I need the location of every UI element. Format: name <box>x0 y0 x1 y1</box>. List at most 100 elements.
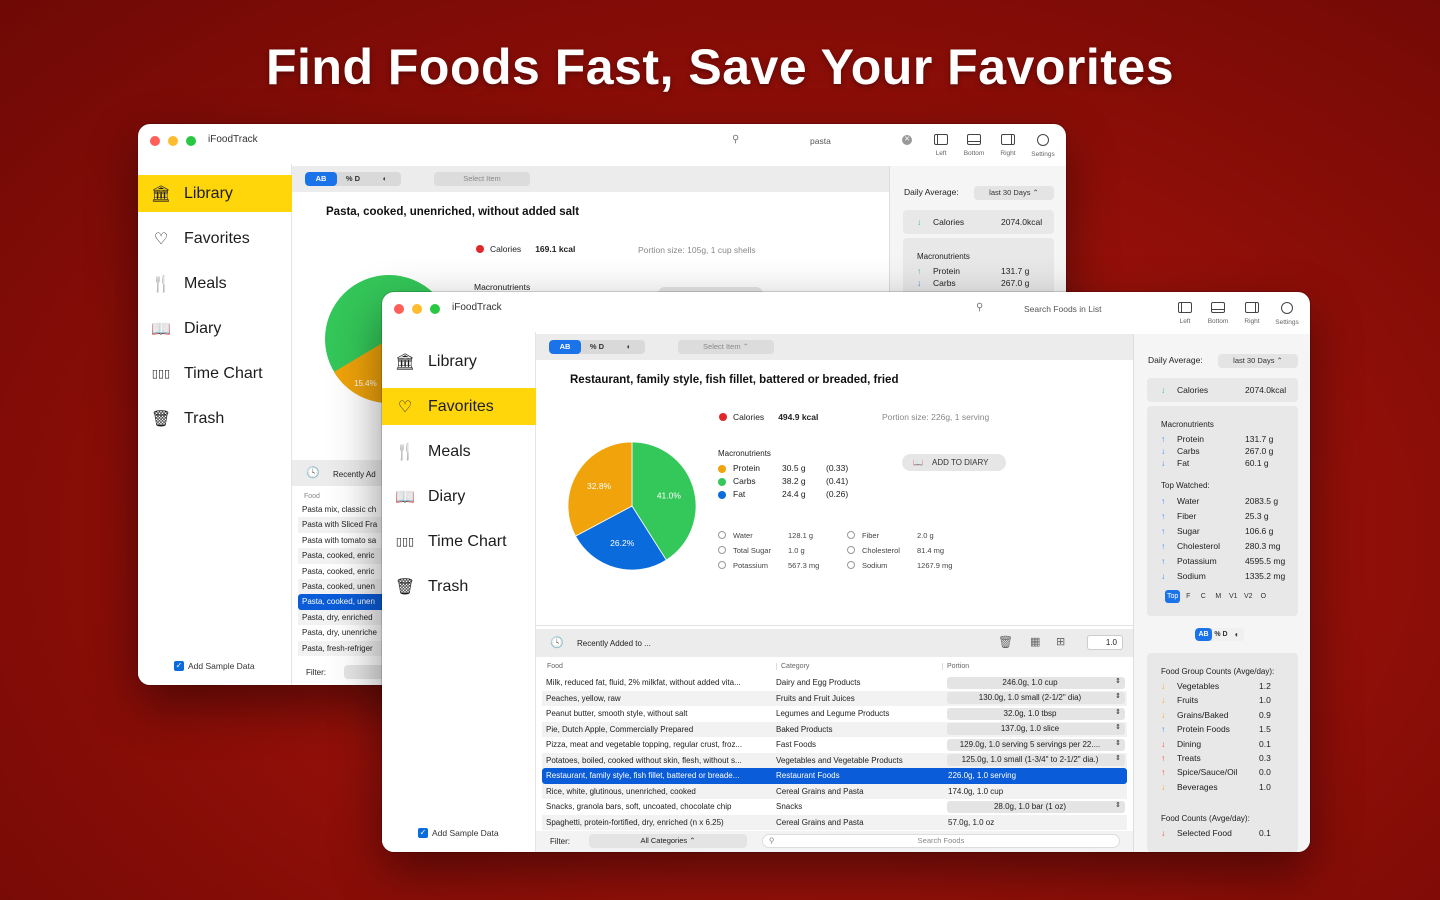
stat-label: Grains/Baked <box>1177 709 1229 720</box>
filter-tab[interactable]: C <box>1196 590 1210 603</box>
quantity-field[interactable]: 1.0 <box>1087 635 1123 650</box>
add-to-diary-button[interactable]: 📖 ADD TO DIARY <box>902 454 1006 471</box>
zoom-window-button[interactable] <box>430 304 440 314</box>
sidebar-item-favorites[interactable]: ♡ Favorites <box>138 220 292 257</box>
portion-stepper[interactable]: 130.0g, 1.0 small (2-1/2" dia) ⇕ <box>947 692 1125 704</box>
toolbar-settings-button[interactable]: Settings <box>1027 132 1059 158</box>
table-row[interactable]: Snacks, granola bars, soft, uncoated, ch… <box>542 799 1127 815</box>
toolbar-right-button[interactable]: Right <box>1236 300 1268 325</box>
toolbar-bottom-button[interactable]: Bottom <box>1202 300 1234 325</box>
stat-label: Beverages <box>1177 781 1218 792</box>
category-filter-dropdown[interactable]: All Categories ⌃ <box>589 834 747 848</box>
column-category[interactable]: Category <box>776 663 809 670</box>
zoom-window-button[interactable] <box>186 136 196 146</box>
macros-card: Macronutrients ↑ Protein 131.7 g ↓ Carbs… <box>903 238 1054 298</box>
add-to-meal-icon[interactable]: ⊞ <box>1056 635 1065 648</box>
calories-card: ↓ Calories 2074.0kcal <box>1147 378 1298 402</box>
segment-ab[interactable]: AB <box>305 172 337 186</box>
search-foods-field[interactable]: ⚲ Search Foods <box>762 834 1120 848</box>
arrow-down-icon: ↓ <box>917 217 922 227</box>
contrast-icon[interactable]: ◐ <box>369 172 401 186</box>
table-row[interactable]: Potatoes, boiled, cooked without skin, f… <box>542 752 1127 768</box>
calendar-icon[interactable]: ▦ <box>1030 635 1040 648</box>
portion-stepper[interactable]: 129.0g, 1.0 serving 5 servings per 22...… <box>947 738 1125 751</box>
table-row[interactable]: Pizza, meat and vegetable topping, regul… <box>542 737 1127 753</box>
select-item-dropdown[interactable]: Select Item <box>434 172 530 186</box>
segment-percent-d[interactable]: % D <box>581 340 613 354</box>
stat-value: 0.1 <box>1259 828 1271 838</box>
table-row[interactable]: Peanut butter, smooth style, without sal… <box>542 706 1127 722</box>
search-input[interactable]: pasta <box>810 136 831 146</box>
range-dropdown[interactable]: last 30 Days ⌃ <box>974 186 1054 200</box>
minimize-window-button[interactable] <box>168 136 178 146</box>
stat-label: Carbs <box>1177 446 1200 456</box>
close-window-button[interactable] <box>394 304 404 314</box>
right-summary-panel: Daily Average: last 30 Days ⌃ ↓ Calories… <box>1133 334 1310 852</box>
table-row[interactable]: Restaurant, family style, fish fillet, b… <box>542 768 1127 784</box>
range-dropdown[interactable]: last 30 Days ⌃ <box>1218 354 1298 368</box>
macros-list: ↑ Protein 131.7 g ↓ Carbs 267.0 g ↓ Fat 60.1 g <box>1161 434 1291 470</box>
filter-tab[interactable]: V2 <box>1241 590 1255 603</box>
table-row[interactable]: Milk, reduced fat, fluid, 2% milkfat, wi… <box>542 675 1127 691</box>
sidebar-item-meals[interactable]: 🍴 Meals <box>138 265 292 302</box>
stepper-arrows-icon: ⇕ <box>1115 708 1121 716</box>
sidebar-item-time-chart[interactable]: ▯▯▯ Time Chart <box>138 355 292 392</box>
filter-tab[interactable]: F <box>1181 590 1195 603</box>
filter-dropdown[interactable] <box>344 665 384 679</box>
segment-ab[interactable]: AB <box>549 340 581 354</box>
segment-ab[interactable]: AB <box>1195 628 1212 641</box>
toolbar-left-button[interactable]: Left <box>925 132 957 157</box>
sidebar-item-library[interactable]: 🏛 Library <box>382 343 536 380</box>
contrast-icon[interactable]: ◐ <box>613 340 645 354</box>
portion-stepper[interactable]: 137.0g, 1.0 slice ⇕ <box>947 723 1125 735</box>
calories-dot <box>476 245 484 253</box>
filter-tab[interactable]: M <box>1211 590 1225 603</box>
arrow-up-icon: ↑ <box>1161 496 1166 506</box>
select-item-dropdown[interactable]: Select Item ⌃ <box>678 340 774 354</box>
sidebar-item-diary[interactable]: 📖 Diary <box>382 478 536 515</box>
cell-food: Milk, reduced fat, fluid, 2% milkfat, wi… <box>546 678 741 687</box>
stat-row: ↑ Fiber 25.3 g <box>1161 511 1291 526</box>
search-input[interactable]: Search Foods in List <box>1024 304 1101 314</box>
table-row[interactable]: Spaghetti, protein-fortified, dry, enric… <box>542 814 1127 830</box>
table-row[interactable]: Peaches, yellow, raw Fruits and Fruit Jui… <box>542 690 1127 706</box>
view-mode-segment[interactable]: AB % D ◐ <box>549 340 645 354</box>
stat-row: ↓ Beverages 1.0 <box>1161 782 1291 796</box>
toolbar-right-button[interactable]: Right <box>992 132 1024 157</box>
sidebar-item-favorites[interactable]: ♡ Favorites <box>382 388 536 425</box>
contrast-icon[interactable]: ◐ <box>1230 628 1244 641</box>
sidebar-item-time-chart[interactable]: ▯▯▯ Time Chart <box>382 523 536 560</box>
table-row[interactable]: Rice, white, glutinous, unenriched, cook… <box>542 783 1127 799</box>
add-sample-data-checkbox[interactable]: ✓ Add Sample Data <box>418 828 499 838</box>
portion-stepper[interactable]: 246.0g, 1.0 cup ⇕ <box>947 676 1125 689</box>
portion-stepper[interactable]: 32.0g, 1.0 tbsp ⇕ <box>947 707 1125 720</box>
column-food[interactable]: Food <box>547 663 563 670</box>
sidebar-item-trash[interactable]: 🗑 Trash <box>382 568 536 605</box>
clear-search-icon[interactable]: ✕ <box>902 135 912 145</box>
portion-stepper[interactable]: 125.0g, 1.0 small (1-3/4" to 2-1/2" dia.… <box>947 754 1125 766</box>
toolbar-left-button[interactable]: Left <box>1169 300 1201 325</box>
trash-icon[interactable]: 🗑 <box>998 635 1013 649</box>
view-mode-segment[interactable]: AB % D ◐ <box>305 172 401 186</box>
segment-percent-d[interactable]: % D <box>1212 628 1230 641</box>
sidebar-item-diary[interactable]: 📖 Diary <box>138 310 292 347</box>
minimize-window-button[interactable] <box>412 304 422 314</box>
top-watched-list: ↑ Water 2083.5 g ↑ Fiber 25.3 g ↑ Sugar 106.6 g ↑… <box>1161 496 1291 586</box>
summary-view-segment[interactable]: AB % D ◐ <box>1195 628 1244 641</box>
filter-tab[interactable]: V1 <box>1226 590 1240 603</box>
segment-percent-d[interactable]: % D <box>337 172 369 186</box>
portion-stepper[interactable]: 28.0g, 1.0 bar (1 oz) ⇕ <box>947 800 1125 813</box>
filter-tab[interactable]: O <box>1256 590 1270 603</box>
arrow-up-icon: ↑ <box>1161 434 1166 444</box>
column-portion[interactable]: Portion <box>942 663 969 670</box>
toolbar-bottom-button[interactable]: Bottom <box>958 132 990 157</box>
stat-label: Fruits <box>1177 695 1199 706</box>
table-row[interactable]: Pie, Dutch Apple, Commercially Prepared B… <box>542 721 1127 737</box>
filter-tab[interactable]: Top <box>1165 590 1181 603</box>
sidebar-item-trash[interactable]: 🗑 Trash <box>138 400 292 437</box>
close-window-button[interactable] <box>150 136 160 146</box>
sidebar-item-meals[interactable]: 🍴 Meals <box>382 433 536 470</box>
sidebar-item-library[interactable]: 🏛 Library <box>138 175 292 212</box>
add-sample-data-checkbox[interactable]: ✓ Add Sample Data <box>174 661 255 671</box>
toolbar-settings-button[interactable]: Settings <box>1271 300 1303 326</box>
